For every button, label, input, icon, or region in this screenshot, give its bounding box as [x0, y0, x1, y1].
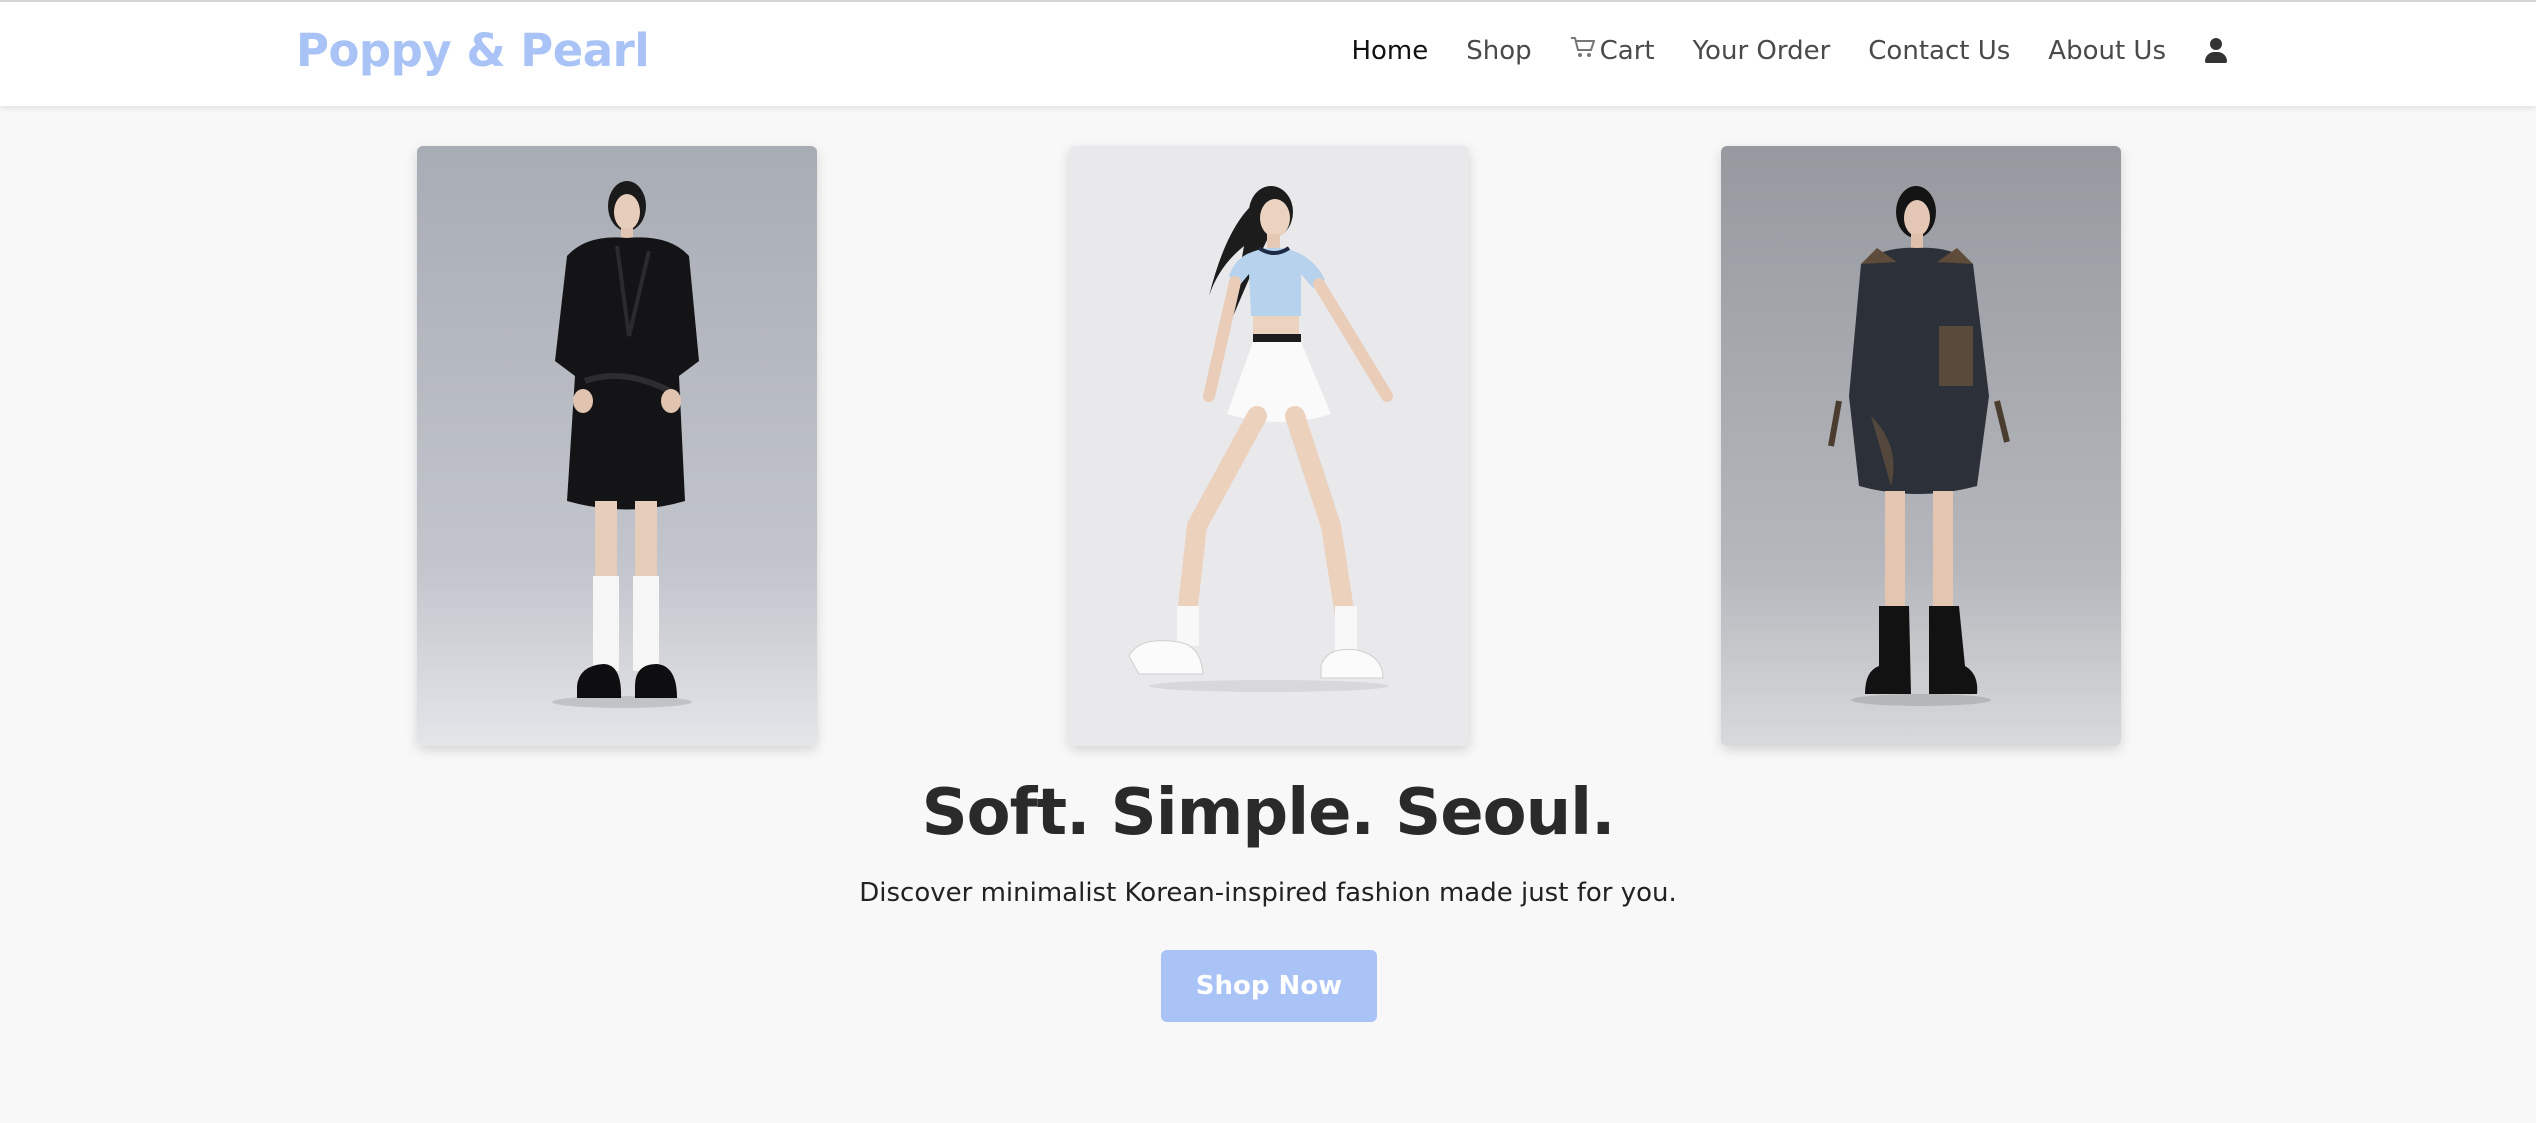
brand-logo[interactable]: Poppy & Pearl: [296, 24, 650, 77]
product-photo-patchwork-blazer[interactable]: [1721, 146, 2121, 746]
nav-your-order[interactable]: Your Order: [1693, 36, 1831, 66]
main-nav: Home Shop Cart Your Order Contact Us Abo…: [1351, 35, 2228, 66]
shop-now-button[interactable]: Shop Now: [1161, 950, 1377, 1022]
cart-icon: [1570, 35, 1596, 66]
nav-cart[interactable]: Cart: [1570, 35, 1655, 66]
site-header: Poppy & Pearl Home Shop Cart Your Order …: [0, 2, 2536, 106]
nav-shop[interactable]: Shop: [1466, 36, 1531, 66]
hero-subtitle: Discover minimalist Korean-inspired fash…: [859, 878, 1677, 908]
hero-headline: Soft. Simple. Seoul.: [921, 776, 1616, 850]
nav-home[interactable]: Home: [1351, 36, 1428, 66]
product-photo-blue-top[interactable]: [1069, 146, 1469, 746]
user-icon[interactable]: [2204, 37, 2228, 65]
product-photo-black-coat[interactable]: [417, 146, 817, 746]
nav-about-us[interactable]: About Us: [2048, 36, 2166, 66]
nav-cart-label: Cart: [1599, 35, 1655, 66]
nav-contact-us[interactable]: Contact Us: [1868, 36, 2010, 66]
